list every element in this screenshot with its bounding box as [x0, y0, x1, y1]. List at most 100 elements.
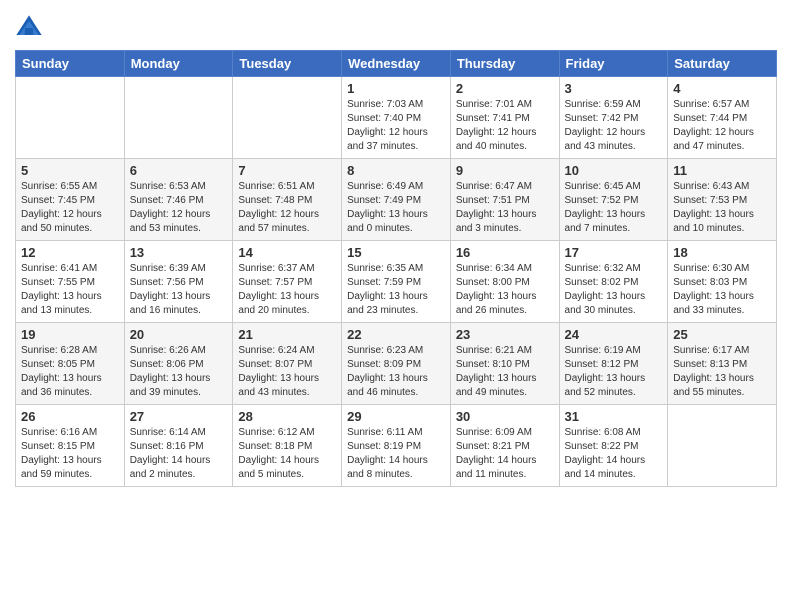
day-info: Sunrise: 6:21 AM Sunset: 8:10 PM Dayligh…	[456, 344, 554, 400]
day-info: Sunrise: 6:59 AM Sunset: 7:42 PM Dayligh…	[565, 98, 663, 154]
day-info: Sunrise: 6:39 AM Sunset: 7:56 PM Dayligh…	[130, 262, 228, 318]
calendar-cell	[124, 77, 233, 159]
calendar-cell	[233, 77, 342, 159]
day-number: 29	[347, 409, 445, 424]
day-info: Sunrise: 6:30 AM Sunset: 8:03 PM Dayligh…	[673, 262, 771, 318]
day-info: Sunrise: 6:23 AM Sunset: 8:09 PM Dayligh…	[347, 344, 445, 400]
day-number: 4	[673, 81, 771, 96]
weekday-friday: Friday	[559, 51, 668, 77]
day-info: Sunrise: 6:09 AM Sunset: 8:21 PM Dayligh…	[456, 426, 554, 482]
day-number: 26	[21, 409, 119, 424]
day-number: 17	[565, 245, 663, 260]
day-number: 18	[673, 245, 771, 260]
day-info: Sunrise: 6:32 AM Sunset: 8:02 PM Dayligh…	[565, 262, 663, 318]
calendar-cell: 23Sunrise: 6:21 AM Sunset: 8:10 PM Dayli…	[450, 323, 559, 405]
calendar-cell: 29 Sunrise: 6:11 AM Sunset: 8:19 PM Dayli…	[342, 405, 451, 487]
day-number: 7	[238, 163, 336, 178]
calendar-cell: 10 Sunrise: 6:45 AM Sunset: 7:52 PM Dayli…	[559, 159, 668, 241]
calendar-cell: 27 Sunrise: 6:14 AM Sunset: 8:16 PM Dayli…	[124, 405, 233, 487]
calendar-week-2: 5Sunrise: 6:55 AM Sunset: 7:45 PM Daylig…	[16, 159, 777, 241]
day-number: 1	[347, 81, 445, 96]
weekday-sunday: Sunday	[16, 51, 125, 77]
day-info: Sunrise: 6:51 AM Sunset: 7:48 PM Dayligh…	[238, 180, 336, 236]
calendar-week-5: 26 Sunrise: 6:16 AM Sunset: 8:15 PM Dayli…	[16, 405, 777, 487]
calendar-cell: 16 Sunrise: 6:34 AM Sunset: 8:00 PM Dayli…	[450, 241, 559, 323]
day-number: 15	[347, 245, 445, 260]
day-info: Sunrise: 6:57 AM Sunset: 7:44 PM Dayligh…	[673, 98, 771, 154]
day-info: Sunrise: 6:49 AM Sunset: 7:49 PM Dayligh…	[347, 180, 445, 236]
calendar-cell: 6Sunrise: 6:53 AM Sunset: 7:46 PM Daylig…	[124, 159, 233, 241]
day-info: Sunrise: 6:19 AM Sunset: 8:12 PM Dayligh…	[565, 344, 663, 400]
day-info: Sunrise: 6:14 AM Sunset: 8:16 PM Dayligh…	[130, 426, 228, 482]
calendar-cell: 24 Sunrise: 6:19 AM Sunset: 8:12 PM Dayli…	[559, 323, 668, 405]
day-info: Sunrise: 6:45 AM Sunset: 7:52 PM Dayligh…	[565, 180, 663, 236]
day-number: 9	[456, 163, 554, 178]
calendar-week-3: 12Sunrise: 6:41 AM Sunset: 7:55 PM Dayli…	[16, 241, 777, 323]
logo-icon	[15, 14, 43, 42]
calendar-cell: 2Sunrise: 7:01 AM Sunset: 7:41 PM Daylig…	[450, 77, 559, 159]
calendar-cell: 15Sunrise: 6:35 AM Sunset: 7:59 PM Dayli…	[342, 241, 451, 323]
day-number: 30	[456, 409, 554, 424]
calendar-cell: 22 Sunrise: 6:23 AM Sunset: 8:09 PM Dayli…	[342, 323, 451, 405]
calendar-cell: 3 Sunrise: 6:59 AM Sunset: 7:42 PM Daylig…	[559, 77, 668, 159]
day-info: Sunrise: 6:37 AM Sunset: 7:57 PM Dayligh…	[238, 262, 336, 318]
day-number: 24	[565, 327, 663, 342]
day-info: Sunrise: 6:53 AM Sunset: 7:46 PM Dayligh…	[130, 180, 228, 236]
calendar-week-4: 19Sunrise: 6:28 AM Sunset: 8:05 PM Dayli…	[16, 323, 777, 405]
calendar-cell: 18 Sunrise: 6:30 AM Sunset: 8:03 PM Dayli…	[668, 241, 777, 323]
calendar-cell: 13 Sunrise: 6:39 AM Sunset: 7:56 PM Dayli…	[124, 241, 233, 323]
day-info: Sunrise: 6:08 AM Sunset: 8:22 PM Dayligh…	[565, 426, 663, 482]
day-number: 27	[130, 409, 228, 424]
day-info: Sunrise: 6:55 AM Sunset: 7:45 PM Dayligh…	[21, 180, 119, 236]
day-number: 28	[238, 409, 336, 424]
day-number: 21	[238, 327, 336, 342]
day-info: Sunrise: 6:43 AM Sunset: 7:53 PM Dayligh…	[673, 180, 771, 236]
day-number: 14	[238, 245, 336, 260]
day-number: 2	[456, 81, 554, 96]
calendar-cell: 20Sunrise: 6:26 AM Sunset: 8:06 PM Dayli…	[124, 323, 233, 405]
calendar-cell: 17 Sunrise: 6:32 AM Sunset: 8:02 PM Dayli…	[559, 241, 668, 323]
calendar-cell: 21 Sunrise: 6:24 AM Sunset: 8:07 PM Dayli…	[233, 323, 342, 405]
day-info: Sunrise: 6:28 AM Sunset: 8:05 PM Dayligh…	[21, 344, 119, 400]
calendar-cell: 19Sunrise: 6:28 AM Sunset: 8:05 PM Dayli…	[16, 323, 125, 405]
calendar-cell: 7 Sunrise: 6:51 AM Sunset: 7:48 PM Daylig…	[233, 159, 342, 241]
header	[15, 10, 777, 42]
calendar-cell: 28 Sunrise: 6:12 AM Sunset: 8:18 PM Dayli…	[233, 405, 342, 487]
calendar-cell: 31 Sunrise: 6:08 AM Sunset: 8:22 PM Dayli…	[559, 405, 668, 487]
day-number: 25	[673, 327, 771, 342]
calendar: SundayMondayTuesdayWednesdayThursdayFrid…	[15, 50, 777, 487]
day-info: Sunrise: 6:12 AM Sunset: 8:18 PM Dayligh…	[238, 426, 336, 482]
day-info: Sunrise: 6:34 AM Sunset: 8:00 PM Dayligh…	[456, 262, 554, 318]
calendar-cell: 5Sunrise: 6:55 AM Sunset: 7:45 PM Daylig…	[16, 159, 125, 241]
day-number: 10	[565, 163, 663, 178]
day-info: Sunrise: 6:17 AM Sunset: 8:13 PM Dayligh…	[673, 344, 771, 400]
day-info: Sunrise: 7:03 AM Sunset: 7:40 PM Dayligh…	[347, 98, 445, 154]
day-number: 22	[347, 327, 445, 342]
day-number: 16	[456, 245, 554, 260]
calendar-cell: 14 Sunrise: 6:37 AM Sunset: 7:57 PM Dayli…	[233, 241, 342, 323]
weekday-saturday: Saturday	[668, 51, 777, 77]
calendar-cell: 12Sunrise: 6:41 AM Sunset: 7:55 PM Dayli…	[16, 241, 125, 323]
weekday-monday: Monday	[124, 51, 233, 77]
logo	[15, 14, 47, 42]
weekday-tuesday: Tuesday	[233, 51, 342, 77]
day-info: Sunrise: 6:16 AM Sunset: 8:15 PM Dayligh…	[21, 426, 119, 482]
calendar-cell	[668, 405, 777, 487]
day-number: 13	[130, 245, 228, 260]
calendar-cell: 9Sunrise: 6:47 AM Sunset: 7:51 PM Daylig…	[450, 159, 559, 241]
calendar-cell: 8 Sunrise: 6:49 AM Sunset: 7:49 PM Daylig…	[342, 159, 451, 241]
calendar-cell: 4 Sunrise: 6:57 AM Sunset: 7:44 PM Daylig…	[668, 77, 777, 159]
weekday-header-row: SundayMondayTuesdayWednesdayThursdayFrid…	[16, 51, 777, 77]
day-number: 3	[565, 81, 663, 96]
day-info: Sunrise: 6:26 AM Sunset: 8:06 PM Dayligh…	[130, 344, 228, 400]
day-number: 31	[565, 409, 663, 424]
day-number: 8	[347, 163, 445, 178]
day-info: Sunrise: 6:24 AM Sunset: 8:07 PM Dayligh…	[238, 344, 336, 400]
calendar-cell	[16, 77, 125, 159]
day-info: Sunrise: 6:11 AM Sunset: 8:19 PM Dayligh…	[347, 426, 445, 482]
weekday-wednesday: Wednesday	[342, 51, 451, 77]
calendar-week-1: 1 Sunrise: 7:03 AM Sunset: 7:40 PM Daylig…	[16, 77, 777, 159]
day-number: 12	[21, 245, 119, 260]
calendar-cell: 30 Sunrise: 6:09 AM Sunset: 8:21 PM Dayli…	[450, 405, 559, 487]
calendar-cell: 26 Sunrise: 6:16 AM Sunset: 8:15 PM Dayli…	[16, 405, 125, 487]
